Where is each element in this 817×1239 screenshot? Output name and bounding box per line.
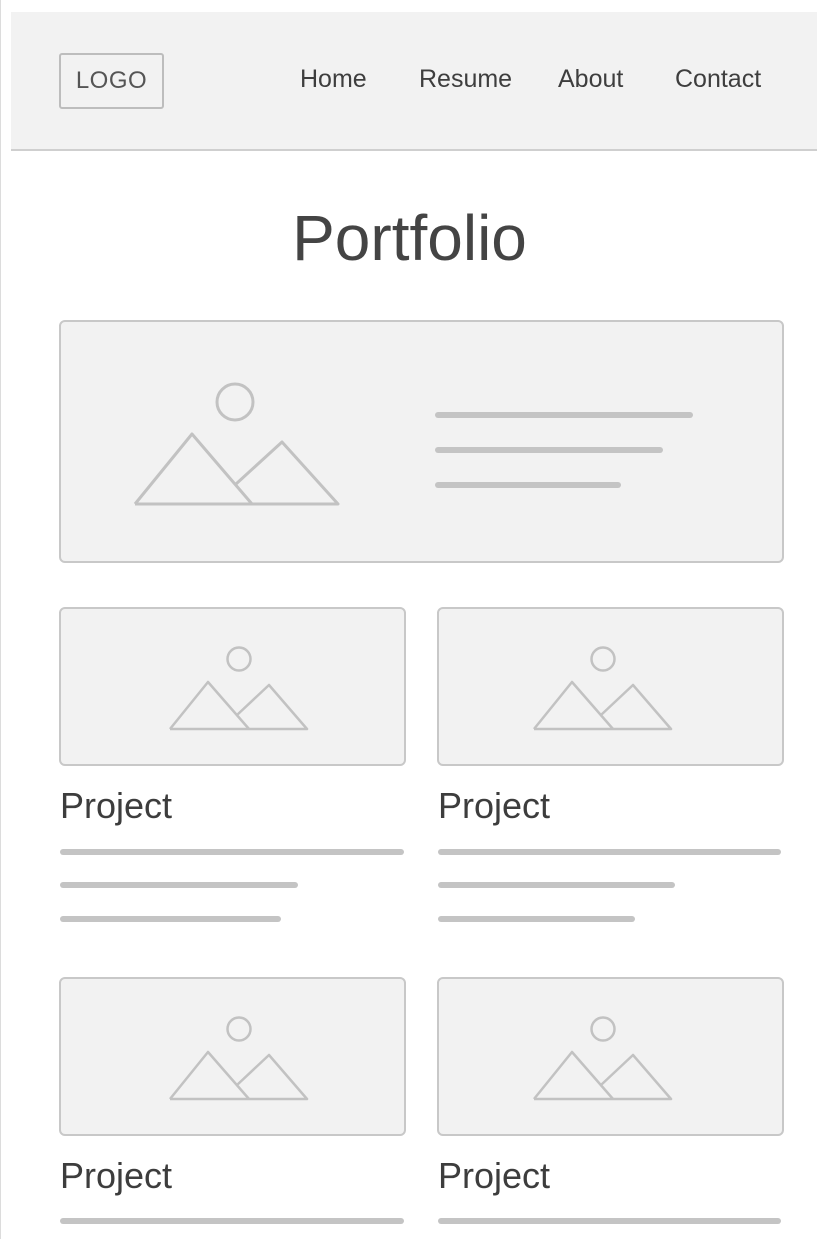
project-title[interactable]: Project	[438, 786, 550, 826]
nav-about[interactable]: About	[558, 65, 623, 94]
featured-text-line	[435, 447, 663, 453]
featured-text-line	[435, 412, 693, 418]
nav-contact[interactable]: Contact	[675, 65, 761, 94]
project-text-line	[438, 916, 635, 922]
portfolio-page: LOGO Home Resume About Contact Portfolio…	[0, 0, 817, 1239]
project-title[interactable]: Project	[438, 1156, 550, 1196]
page-title: Portfolio	[292, 202, 527, 274]
project-text-line	[438, 882, 675, 888]
image-placeholder-icon	[133, 382, 340, 506]
image-placeholder-icon	[169, 1016, 309, 1101]
site-header: LOGO Home Resume About Contact	[11, 12, 817, 151]
image-placeholder-icon	[533, 1016, 673, 1101]
project-text-line	[60, 849, 404, 855]
featured-text-line	[435, 482, 621, 488]
project-image-placeholder[interactable]	[59, 607, 406, 766]
featured-project-card[interactable]	[59, 320, 784, 563]
project-image-placeholder[interactable]	[437, 607, 784, 766]
project-text-line	[438, 849, 781, 855]
project-title[interactable]: Project	[60, 786, 172, 826]
project-text-line	[60, 882, 298, 888]
project-text-line	[438, 1218, 781, 1224]
nav-resume[interactable]: Resume	[419, 65, 512, 94]
project-text-line	[60, 916, 281, 922]
project-title[interactable]: Project	[60, 1156, 172, 1196]
image-placeholder-icon	[169, 646, 309, 731]
image-placeholder-icon	[533, 646, 673, 731]
nav-home[interactable]: Home	[300, 65, 367, 94]
project-text-line	[60, 1218, 404, 1224]
logo[interactable]: LOGO	[59, 53, 164, 109]
project-image-placeholder[interactable]	[59, 977, 406, 1136]
project-image-placeholder[interactable]	[437, 977, 784, 1136]
